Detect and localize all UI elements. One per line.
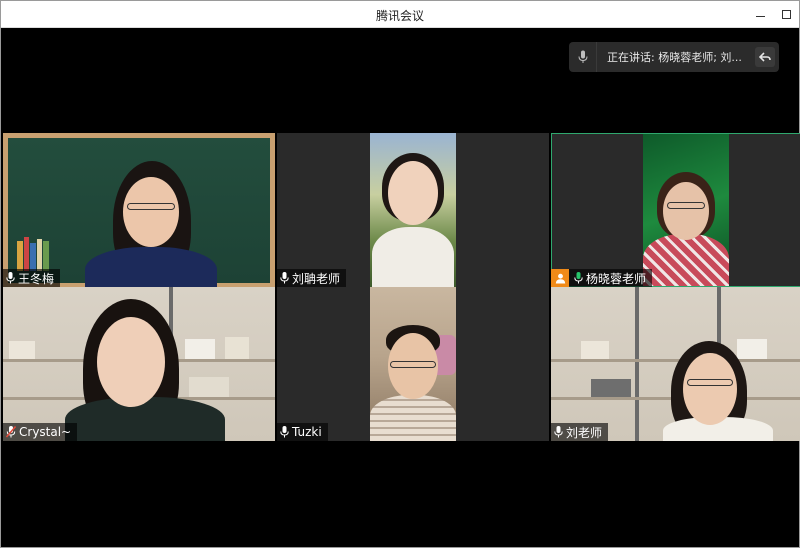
video-grid: 王冬梅 刘聃老师 杨晓蓉老师 Crystal~ Tuzki 刘老师	[3, 133, 800, 441]
box	[9, 341, 35, 359]
glasses	[687, 379, 733, 386]
mic-icon	[574, 272, 583, 284]
participant-label: 王冬梅	[3, 269, 61, 287]
maximize-button[interactable]	[777, 5, 795, 23]
video-tile[interactable]: 杨晓蓉老师	[551, 133, 800, 287]
shirt	[65, 397, 225, 441]
participant-name: 刘聃老师	[292, 271, 341, 286]
muted-mic-icon	[6, 426, 16, 438]
participant-label: 刘老师	[551, 423, 609, 441]
video-tile[interactable]: Crystal~	[3, 287, 275, 441]
video-tile[interactable]: 刘老师	[551, 287, 800, 441]
maximize-icon	[781, 9, 791, 19]
speaking-indicator[interactable]: 正在讲话: 杨晓蓉老师; 刘...	[569, 42, 779, 72]
participant-label: 刘聃老师	[277, 269, 347, 287]
video-tile[interactable]: 刘聃老师	[277, 133, 549, 287]
title-bar: 腾讯会议	[1, 1, 799, 28]
participant-video	[3, 287, 275, 441]
participant-video	[370, 133, 456, 287]
books	[189, 377, 229, 397]
shirt	[372, 227, 454, 287]
participant-name: 王冬梅	[18, 271, 55, 286]
shelf-pole	[635, 287, 639, 441]
shirt	[643, 234, 729, 286]
back-button[interactable]	[755, 47, 775, 67]
host-badge	[551, 269, 569, 287]
mic-icon	[578, 50, 587, 63]
participant-label: Tuzki	[277, 423, 328, 441]
book	[24, 237, 29, 271]
participant-name: Tuzki	[292, 425, 322, 439]
video-tile[interactable]: Tuzki	[277, 287, 549, 441]
mic-icon	[280, 426, 289, 438]
face	[97, 317, 165, 407]
participant-video	[643, 134, 729, 286]
participant-name: 杨晓蓉老师	[586, 271, 647, 286]
participant-video	[370, 287, 456, 441]
mic-icon	[554, 426, 563, 438]
box	[581, 341, 609, 359]
glasses	[127, 203, 175, 210]
back-arrow-icon	[759, 52, 771, 62]
video-tile[interactable]: 王冬梅	[3, 133, 275, 287]
shirt	[85, 247, 217, 287]
minimize-button[interactable]	[751, 5, 769, 23]
participant-label: Crystal~	[3, 423, 78, 441]
participant-name: Crystal~	[19, 425, 72, 439]
box	[185, 339, 215, 359]
shelf	[551, 359, 800, 362]
face	[663, 182, 709, 240]
glasses	[667, 202, 705, 209]
book	[43, 241, 49, 271]
box	[737, 339, 767, 359]
meeting-window: 腾讯会议 正在讲话: 杨晓蓉老师; 刘... 王冬梅 刘聃老师 杨晓蓉老师 Cr…	[0, 0, 800, 548]
participant-video	[551, 287, 800, 441]
monitor	[591, 379, 631, 397]
book	[37, 239, 42, 271]
speaking-text: 正在讲话: 杨晓蓉老师; 刘...	[607, 51, 742, 64]
participant-name: 刘老师	[566, 425, 603, 440]
book	[30, 243, 36, 271]
host-icon	[555, 273, 565, 283]
face	[388, 161, 438, 225]
window-title: 腾讯会议	[375, 9, 424, 23]
shirt	[370, 395, 456, 441]
participant-label: 杨晓蓉老师	[551, 269, 653, 287]
mic-icon	[6, 272, 15, 284]
glasses	[390, 361, 436, 368]
mic-icon	[280, 272, 289, 284]
face	[683, 353, 737, 425]
speaking-mic-cell	[569, 42, 597, 72]
book	[17, 241, 23, 271]
face	[123, 177, 179, 247]
box	[225, 337, 249, 359]
minimize-icon	[755, 15, 765, 17]
participant-video	[3, 133, 275, 287]
